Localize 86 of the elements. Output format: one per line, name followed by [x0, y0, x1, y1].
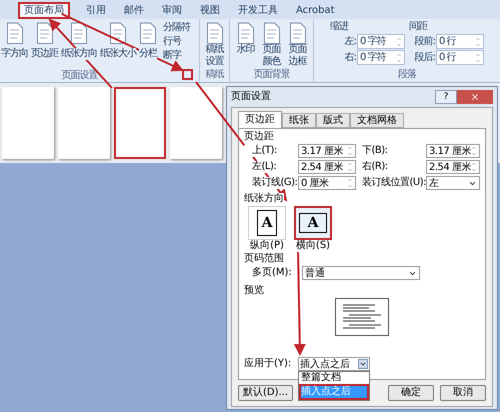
section-heading: 页边距 [244, 131, 275, 143]
spin-field[interactable]: 0 行 [436, 34, 484, 49]
section-heading: 纸张方向 [244, 193, 284, 205]
group-label: 段落 [398, 69, 416, 82]
spin-field[interactable]: 3.17 厘米 [426, 144, 480, 158]
page-icon [139, 22, 157, 44]
spin-field[interactable]: 0 字符 [357, 34, 405, 49]
ribbon-small-button[interactable]: 分隔符 [163, 22, 190, 34]
page-icon [206, 22, 224, 44]
ribbon-button[interactable]: 分栏 [139, 22, 157, 69]
page-icon [36, 22, 54, 44]
spinner-icon[interactable] [347, 145, 353, 157]
spin-field[interactable]: 0 字符 [357, 50, 405, 65]
spinner-icon[interactable] [471, 145, 477, 157]
select-field[interactable]: 左 [426, 176, 480, 190]
section-heading: 间距 [409, 21, 428, 33]
page-icon [236, 22, 254, 44]
spinner-icon[interactable] [471, 161, 477, 173]
select-field[interactable]: 普通 [302, 266, 420, 280]
field-label: 应用于(Y): [244, 358, 292, 370]
ribbon-tab[interactable]: 邮件 [122, 2, 146, 19]
dialog-tab[interactable]: 文档网格 [350, 113, 404, 128]
spinner-icon[interactable] [396, 52, 402, 64]
page-letter-icon: A [299, 213, 327, 233]
field-label: 右: [344, 52, 356, 64]
close-icon [470, 92, 480, 102]
ribbon-tab[interactable]: 视图 [198, 2, 222, 19]
orientation-button[interactable]: A [248, 206, 286, 240]
dropdown-option[interactable]: 整篇文档 [299, 372, 369, 384]
ribbon-small-button[interactable]: 行号 [163, 36, 190, 48]
dialog-button[interactable]: 取消 [440, 385, 486, 401]
spinner-icon[interactable] [347, 177, 353, 189]
group-label: 稿纸 [206, 69, 224, 82]
select-field[interactable]: 插入点之后 [298, 357, 370, 371]
spinner-icon[interactable] [475, 52, 481, 64]
spinner-icon[interactable] [396, 36, 402, 48]
ribbon-button[interactable]: 页面边框 [286, 22, 308, 69]
ribbon-tab[interactable]: 页面布局 [18, 2, 70, 19]
field-label: 左: [344, 36, 356, 48]
page-icon [109, 22, 127, 44]
page-icon [288, 22, 306, 44]
dialog-button[interactable]: 默认(D)... [238, 385, 294, 401]
spin-field[interactable]: 2.54 厘米 [298, 160, 356, 174]
section-heading: 预览 [244, 285, 265, 297]
spin-field[interactable]: 0 厘米 [298, 176, 356, 190]
spinner-icon[interactable] [475, 36, 481, 48]
ribbon-tab[interactable]: Acrobat [294, 2, 337, 19]
dialog-tab[interactable]: 纸张 [282, 113, 316, 128]
section-heading: 缩进 [330, 21, 350, 33]
section-heading: 页码范围 [244, 253, 285, 265]
page-icon [262, 22, 280, 44]
dialog-tab[interactable]: 页边距 [238, 111, 282, 128]
group-label: 页面背景 [254, 69, 290, 82]
orientation-label: 横向(S) [296, 240, 330, 252]
ribbon-tab[interactable]: 审阅 [160, 2, 184, 19]
dialog-button[interactable]: 确定 [388, 385, 434, 401]
field-label: 段后: [414, 52, 435, 64]
page-icon [70, 22, 88, 44]
close-button[interactable] [457, 90, 493, 104]
ribbon-button[interactable]: 字方向 [1, 22, 28, 69]
dropdown-button[interactable] [358, 359, 368, 369]
page-letter-icon: A [257, 210, 277, 236]
ribbon-tab[interactable]: 开发工具 [236, 2, 280, 19]
ribbon-button[interactable]: 页边距 [31, 22, 58, 69]
spinner-icon[interactable] [347, 161, 353, 173]
ribbon-button[interactable]: 页面颜色 [260, 22, 282, 69]
page-icon [6, 22, 24, 44]
spin-field[interactable]: 0 行 [436, 50, 484, 65]
dropdown-icon [359, 360, 367, 368]
spin-field[interactable]: 3.17 厘米 [298, 144, 356, 158]
orientation-button[interactable]: A [294, 206, 332, 240]
field-label: 段前: [414, 36, 435, 48]
ribbon-button[interactable]: 稿纸设置 [204, 19, 226, 69]
ribbon-button[interactable]: 纸张大小 [100, 22, 136, 69]
ribbon-button[interactable]: 纸张方向 [61, 22, 97, 69]
help-button[interactable]: ? [435, 90, 457, 104]
field-label: 多页(M): [252, 267, 293, 279]
dialog-tab[interactable]: 版式 [316, 113, 350, 128]
ribbon-tab[interactable]: 引用 [84, 2, 108, 19]
ribbon-small-button[interactable]: 断字 [163, 50, 190, 62]
spin-field[interactable]: 2.54 厘米 [426, 160, 480, 174]
ribbon-button[interactable]: 水印 [234, 22, 256, 69]
page-preview-drawing [335, 298, 389, 336]
orientation-label: 纵向(P) [250, 240, 284, 252]
dialog-launcher-button[interactable] [182, 69, 193, 80]
dialog-title: 页面设置 [231, 91, 271, 103]
